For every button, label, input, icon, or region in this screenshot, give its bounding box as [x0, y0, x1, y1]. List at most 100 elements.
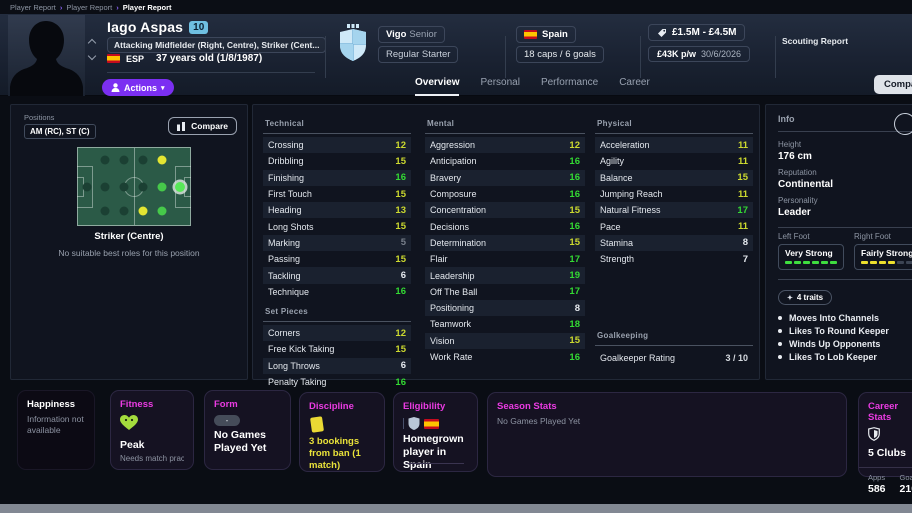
reputation-label: Reputation [778, 168, 817, 177]
player-age: 37 years old (1/8/1987) [156, 53, 263, 64]
attribute-row[interactable]: Anticipation 16 [425, 153, 585, 169]
attribute-row[interactable]: Jumping Reach 11 [595, 186, 753, 202]
previous-player-chevron-icon[interactable] [87, 38, 97, 48]
tab-personal[interactable]: Personal [480, 77, 519, 96]
attribute-row[interactable]: Work Rate 16 [425, 349, 585, 365]
attribute-row[interactable]: Teamwork 18 [425, 316, 585, 332]
info-circle-button[interactable] [894, 113, 912, 135]
club-crest-icon[interactable] [338, 24, 368, 67]
attribute-row[interactable]: Technique 16 [263, 284, 411, 300]
fitness-widget[interactable]: Fitness Peak Needs match pract... [110, 390, 194, 470]
position-dot-accomplished [157, 182, 167, 192]
right-foot-box: Fairly Strong [854, 244, 912, 270]
attribute-row[interactable]: Natural Fitness 17 [595, 202, 753, 219]
attribute-row[interactable]: Strength 7 [595, 251, 753, 267]
attribute-row[interactable]: Determination 15 [425, 234, 585, 252]
bullet-icon [778, 315, 782, 320]
attribute-row[interactable]: Leadership 19 [425, 267, 585, 284]
discipline-widget[interactable]: Discipline 3 bookings from ban (1 match) [299, 392, 385, 472]
tab-overview[interactable]: Overview [415, 77, 460, 96]
tab-career[interactable]: Career [619, 77, 650, 96]
attribute-row[interactable]: Acceleration 11 [595, 137, 753, 154]
attribute-row[interactable]: Dribbling 15 [263, 153, 411, 169]
attribute-row[interactable]: Off The Ball 17 [425, 284, 585, 300]
attribute-row[interactable]: Crossing 12 [263, 137, 411, 154]
traits-badge[interactable]: ✦ 4 traits [778, 290, 833, 305]
scouting-report-label: Scouting Report [782, 36, 849, 46]
foot-strength-segment [794, 261, 801, 264]
positions-value: AM (RC), ST (C) [24, 124, 96, 139]
breadcrumb-item[interactable]: Player Report [66, 3, 112, 12]
left-foot-box: Very Strong [778, 244, 844, 270]
attribute-row[interactable]: Decisions 16 [425, 218, 585, 234]
price-tag-icon [658, 28, 666, 37]
attribute-row[interactable]: Finishing 16 [263, 169, 411, 186]
attribute-row[interactable]: Tackling 6 [263, 267, 411, 284]
info-title: Info [778, 114, 912, 132]
positions-card: Positions AM (RC), ST (C) Compare Strike… [10, 104, 248, 380]
attribute-row[interactable]: Long Shots 15 [263, 218, 411, 234]
goalkeeping-header: Goalkeeping [595, 329, 753, 347]
right-foot-label: Right Foot [854, 232, 891, 241]
foot-strength-segment [830, 261, 837, 264]
header-section-divider [640, 36, 641, 78]
attribute-row[interactable]: Passing 15 [263, 251, 411, 267]
goalkeeper-rating-row[interactable]: Goalkeeper Rating 3 / 10 [595, 349, 753, 367]
attribute-row[interactable]: Aggression 12 [425, 137, 585, 154]
squad-status-box: Regular Starter [378, 46, 459, 63]
season-stats-widget[interactable]: Season Stats No Games Played Yet [487, 392, 847, 477]
eligibility-widget[interactable]: Eligibility Homegrown player in Spain [393, 392, 478, 472]
attribute-row[interactable]: First Touch 15 [263, 186, 411, 202]
attribute-row[interactable]: Composure 16 [425, 186, 585, 202]
compare-button[interactable]: Compare [168, 117, 237, 135]
divider [403, 418, 404, 429]
personality-label: Personality [778, 196, 818, 205]
attribute-row[interactable]: Marking 5 [263, 234, 411, 252]
attribute-row[interactable]: Positioning 8 [425, 299, 585, 317]
mental-header: Mental [425, 117, 585, 134]
next-player-chevron-icon[interactable] [87, 51, 97, 61]
attribute-row[interactable]: Bravery 16 [425, 169, 585, 186]
attribute-row[interactable]: Corners 12 [263, 324, 411, 342]
attribute-row[interactable]: Balance 15 [595, 169, 753, 186]
career-stats-widget[interactable]: Career Stats 5 Clubs Apps 586 Goals 210 [858, 392, 912, 495]
foot-strength-segment [803, 261, 810, 264]
header-section-divider [775, 36, 776, 78]
attribute-row[interactable]: Concentration 15 [425, 202, 585, 219]
player-photo [8, 15, 85, 96]
attribute-row[interactable]: Free Kick Taking 15 [263, 341, 411, 357]
attribute-row[interactable]: Long Throws 6 [263, 357, 411, 374]
compare-button-top[interactable]: Compare [874, 75, 912, 94]
breadcrumb-item[interactable]: Player Report [123, 3, 172, 12]
attribute-row[interactable]: Vision 15 [425, 332, 585, 349]
trait-item: Likes To Lob Keeper [778, 350, 912, 363]
player-report-screen: Player Report › Player Report › Player R… [0, 0, 912, 513]
attribute-row[interactable]: Flair 17 [425, 251, 585, 267]
breadcrumb-item[interactable]: Player Report [10, 3, 56, 12]
position-dot-none [119, 155, 129, 165]
breadcrumb-separator-icon: › [59, 2, 63, 12]
position-dot-unconvincing [157, 155, 167, 165]
foot-strength-segment [870, 261, 877, 264]
foot-strength-segment [785, 261, 792, 264]
header-section-divider [505, 36, 506, 78]
position-dot-unconvincing [138, 206, 148, 216]
attribute-row[interactable]: Agility 11 [595, 153, 753, 169]
tab-bar: Overview Personal Performance Career [415, 77, 650, 96]
breadcrumb: Player Report › Player Report › Player R… [0, 0, 912, 14]
actions-button[interactable]: Actions ▾ [102, 79, 174, 96]
attribute-row[interactable]: Pace 11 [595, 218, 753, 234]
chevron-down-icon: ▾ [161, 84, 165, 92]
happiness-widget[interactable]: Happiness Information not available [17, 390, 95, 470]
club-name-box[interactable]: Vigo Senior [378, 26, 445, 43]
attribute-row[interactable]: Stamina 8 [595, 234, 753, 252]
club-shield-icon [868, 427, 910, 446]
attribute-row[interactable]: Heading 13 [263, 202, 411, 219]
technical-header: Technical [263, 117, 411, 134]
compare-icon [177, 121, 186, 131]
pitch [77, 147, 191, 226]
attribute-row[interactable]: Penalty Taking 16 [263, 374, 411, 390]
tab-performance[interactable]: Performance [541, 77, 598, 96]
form-widget[interactable]: Form - No Games Played Yet [204, 390, 291, 470]
nation-box[interactable]: Spain [516, 26, 576, 43]
